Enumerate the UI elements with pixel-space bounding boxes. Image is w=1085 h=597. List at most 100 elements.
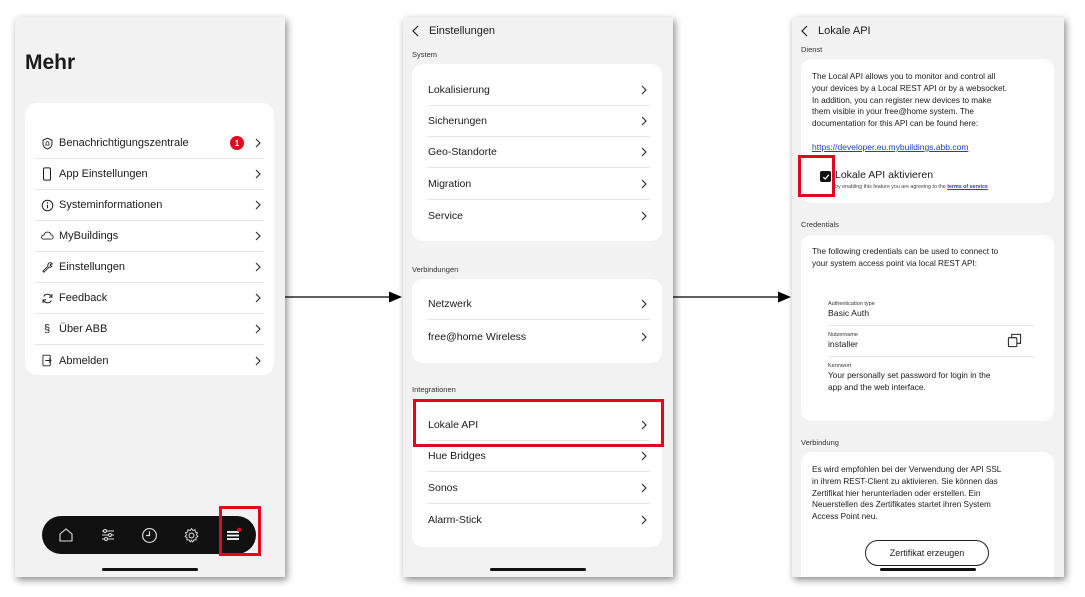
verbindungen-card: Netzwerk free@home Wireless [412, 279, 662, 363]
settings-item-lokalisierung[interactable]: Lokalisierung [428, 75, 650, 106]
lokale-api-screen: Lokale API Dienst The Local API allows y… [792, 17, 1064, 577]
arrow-icon [285, 291, 402, 303]
gear-icon[interactable] [181, 525, 201, 545]
highlight-box [413, 399, 664, 447]
logout-icon [40, 354, 54, 368]
highlight-box [219, 506, 261, 556]
arrow-icon [673, 291, 791, 303]
item-label: Migration [428, 178, 472, 190]
chevron-right-icon [252, 137, 264, 149]
page-title: Mehr [25, 51, 76, 74]
settings-item-geo-standorte[interactable]: Geo-Standorte [428, 137, 650, 168]
text-line: them visible in your free@home system. T… [812, 107, 974, 117]
notification-badge: 1 [230, 136, 244, 150]
menu-label: Systeminformationen [59, 199, 163, 211]
page-title: Lokale API [818, 25, 871, 37]
text-line: In addition, you can register new device… [812, 95, 992, 105]
menu-item-abmelden[interactable]: Abmelden [35, 345, 264, 376]
menu-label: Feedback [59, 292, 108, 304]
terms-hint-text: by enabling this feature you are agreein… [835, 184, 946, 190]
text-line: Zertifikat hier herunterladen oder erste… [812, 488, 981, 498]
settings-item-service[interactable]: Service [428, 200, 650, 231]
system-card: Lokalisierung Sicherungen Geo-Standorte … [412, 64, 662, 241]
text-line: The Local API allows you to monitor and … [812, 72, 996, 81]
chevron-right-icon [638, 482, 650, 494]
menu-item-mybuildings[interactable]: MyBuildings [35, 221, 264, 252]
chevron-right-icon [638, 331, 650, 343]
settings-item-migration[interactable]: Migration [428, 169, 650, 200]
chevron-left-icon[interactable] [411, 25, 423, 37]
einstellungen-screen: Einstellungen System Lokalisierung Siche… [403, 17, 673, 577]
clock-icon[interactable] [139, 525, 159, 545]
menu-label: Über ABB [59, 323, 108, 335]
text-line: app and the web interface. [828, 381, 926, 392]
home-indicator [102, 568, 198, 571]
password-row: Kennwort Your personally set password fo… [828, 360, 1034, 402]
settings-item-sonos[interactable]: Sonos [428, 473, 650, 504]
menu-item-ueber-abb[interactable]: § Über ABB [35, 314, 264, 345]
menu-label: Benachrichtigungszentrale [59, 137, 189, 149]
username-value: installer [828, 339, 858, 349]
text-line: in ihrem REST-Client zu aktivieren. Sie … [812, 476, 998, 486]
info-icon [40, 198, 54, 212]
menu-label: Einstellungen [59, 261, 126, 273]
chevron-right-icon [252, 168, 264, 180]
enable-api-label: Lokale API aktivieren [835, 169, 934, 181]
highlight-box [798, 155, 835, 197]
chevron-right-icon [252, 355, 264, 367]
auth-type-label: Authentication type [828, 301, 875, 307]
credentials-description: The following credentials can be used to… [812, 246, 1044, 270]
text-line: The following credentials can be used to… [812, 247, 999, 256]
chevron-left-icon[interactable] [800, 25, 812, 37]
generate-certificate-button[interactable]: Zertifikat erzeugen [865, 540, 989, 566]
menu-item-benachrichtigungszentrale[interactable]: Benachrichtigungszentrale 1 [35, 128, 264, 159]
section-label: Verbindungen [412, 265, 459, 274]
home-indicator [880, 568, 976, 571]
menu-label: Abmelden [59, 354, 109, 367]
wrench-icon [40, 260, 54, 274]
menu-item-systeminformationen[interactable]: Systeminformationen [35, 190, 264, 221]
item-label: Service [428, 209, 464, 222]
text-line: Neuerstellen des Zertifikates startet ih… [812, 500, 991, 510]
settings-item-sicherungen[interactable]: Sicherungen [428, 106, 650, 137]
section-label: Dienst [801, 45, 823, 54]
chevron-right-icon [252, 323, 264, 335]
terms-of-service-link[interactable]: terms of service [947, 184, 988, 190]
settings-item-netzwerk[interactable]: Netzwerk [428, 289, 650, 320]
mehr-screen: Mehr Benachrichtigungszentrale 1 App Ein… [15, 17, 285, 577]
menu-item-einstellungen[interactable]: Einstellungen [35, 252, 264, 283]
nav-header[interactable]: Lokale API [800, 25, 871, 37]
chevron-right-icon [252, 199, 264, 211]
settings-item-alarm-stick[interactable]: Alarm-Stick [428, 504, 650, 535]
item-label: free@home Wireless [428, 330, 527, 343]
menu-card: Benachrichtigungszentrale 1 App Einstell… [25, 103, 274, 375]
nav-header[interactable]: Einstellungen [411, 25, 495, 37]
menu-item-app-einstellungen[interactable]: App Einstellungen [35, 159, 264, 190]
chevron-right-icon [638, 84, 650, 96]
item-label: Alarm-Stick [428, 513, 482, 526]
text-line: Your personally set password for login i… [828, 370, 991, 380]
auth-type-row: Authentication type Basic Auth [828, 297, 1034, 326]
paragraph-icon: § [43, 323, 51, 335]
documentation-link[interactable]: https://developer.eu.mybuildings.abb.com [812, 142, 968, 152]
terms-hint: by enabling this feature you are agreein… [835, 184, 988, 190]
menu-label: MyBuildings [59, 230, 119, 242]
chevron-right-icon [252, 292, 264, 304]
section-label: Verbindung [801, 438, 839, 447]
chevron-right-icon [638, 115, 650, 127]
refresh-icon [40, 291, 54, 305]
copy-icon[interactable] [1007, 333, 1022, 353]
username-row: Nutzername installer [828, 328, 1034, 357]
sliders-icon[interactable] [98, 525, 118, 545]
item-label: Sonos [428, 482, 458, 494]
home-icon[interactable] [56, 525, 76, 545]
section-label: Credentials [801, 220, 839, 229]
settings-item-free-at-home-wireless[interactable]: free@home Wireless [428, 321, 650, 352]
password-label: Kennwort [828, 363, 852, 369]
text-line: documentation for this API can be found … [812, 119, 979, 129]
bell-shield-icon [40, 136, 54, 150]
dienst-card: The Local API allows you to monitor and … [801, 59, 1054, 203]
chevron-right-icon [638, 178, 650, 190]
menu-item-feedback[interactable]: Feedback [35, 283, 264, 314]
text-line: Es wird empfohlen bei der Verwendung der… [812, 465, 1002, 474]
